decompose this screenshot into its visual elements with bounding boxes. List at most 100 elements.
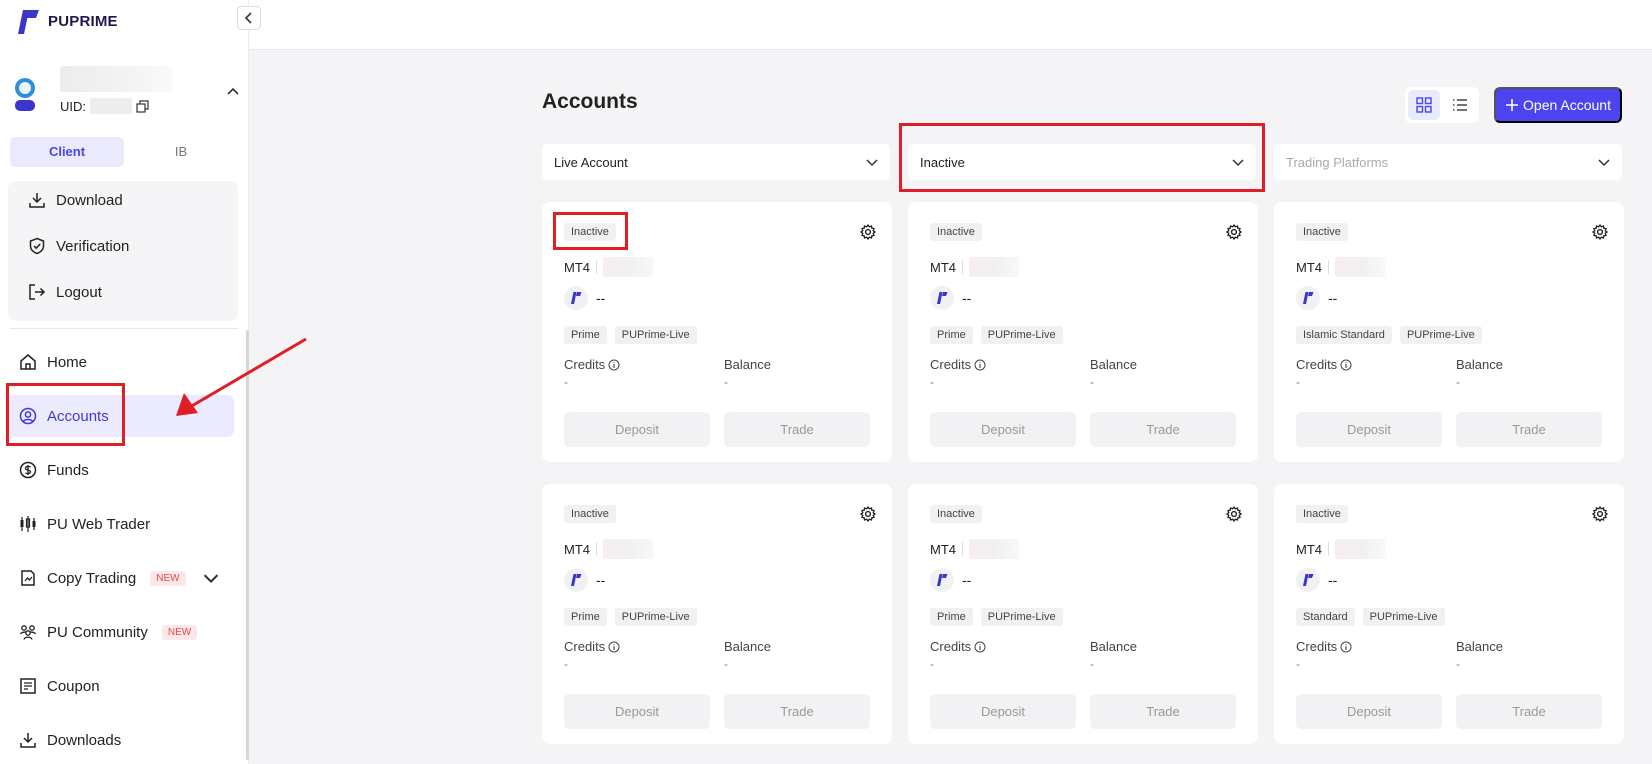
account-type-tag: Prime [564,608,607,626]
deposit-button[interactable]: Deposit [930,694,1076,729]
sidebar-item-pu-community[interactable]: PU Community NEW [8,611,234,653]
info-icon[interactable] [608,641,620,653]
pu-logo-icon [930,286,954,310]
chevron-down-icon [1598,159,1610,167]
status-select[interactable]: Inactive [908,144,1256,180]
deposit-button[interactable]: Deposit [930,412,1076,447]
sidebar-item-copy-trading[interactable]: Copy Trading NEW [8,557,234,599]
uid: UID: [60,98,149,114]
status-badge: Inactive [1296,505,1348,523]
list-view-button[interactable] [1444,90,1476,120]
account-type-tag: Prime [930,326,973,344]
sidebar-item-label: Funds [47,461,89,479]
account-platform: MT4 [564,539,653,559]
trade-button[interactable]: Trade [724,694,870,729]
trade-button[interactable]: Trade [1456,694,1602,729]
chevron-up-icon[interactable] [226,84,240,98]
deposit-button[interactable]: Deposit [1296,694,1442,729]
grid-view-button[interactable] [1408,90,1440,120]
account-card: Inactive MT4 -- Prime PUPrime-Live Credi… [542,202,892,462]
account-platform: MT4 [1296,257,1385,277]
trading-platform-select[interactable]: Trading Platforms [1274,144,1622,180]
menu-item-verification[interactable]: Verification [28,237,129,255]
gear-icon[interactable] [1226,224,1242,240]
account-type-tag: Prime [930,608,973,626]
select-placeholder: Trading Platforms [1286,154,1389,170]
trade-button[interactable]: Trade [1090,694,1236,729]
user-circle-icon [19,407,37,425]
info-icon[interactable] [1340,641,1352,653]
balance-value: - [724,657,728,671]
sidebar-item-coupon[interactable]: Coupon [8,665,234,707]
dollar-circle-icon [19,461,37,479]
collapse-sidebar-button[interactable] [237,6,261,30]
platform-label: MT4 [564,541,590,557]
pu-logo-icon [1296,568,1320,592]
chevron-left-icon [244,12,252,24]
account-platform: MT4 [930,539,1019,559]
gear-icon[interactable] [860,224,876,240]
credits-value: - [564,375,568,389]
sidebar-item-pu-web-trader[interactable]: PU Web Trader [8,503,234,545]
brand-logo[interactable]: PUPRIME [12,6,118,36]
sidebar-item-label: Coupon [47,677,100,695]
credits-value: - [1296,657,1300,671]
info-icon[interactable] [1340,359,1352,371]
tab-ib[interactable]: IB [124,137,238,167]
account-card: Inactive MT4 -- Prime PUPrime-Live Credi… [908,202,1258,462]
account-number-redacted [603,257,653,277]
candlestick-icon [20,516,36,532]
trade-button[interactable]: Trade [1090,412,1236,447]
gear-icon[interactable] [860,506,876,522]
chevron-down-icon[interactable] [202,570,220,588]
copy-icon[interactable] [136,99,149,113]
account-type-tag: Standard [1296,608,1355,626]
menu-item-logout[interactable]: Logout [28,283,102,301]
account-type-tag: Islamic Standard [1296,326,1392,344]
new-badge: NEW [150,570,186,586]
profile-section[interactable]: UID: [10,66,240,122]
chevron-down-icon [866,159,878,167]
gear-icon[interactable] [1226,506,1242,522]
info-icon[interactable] [974,359,986,371]
deposit-button[interactable]: Deposit [564,412,710,447]
pu-value: -- [962,290,972,306]
pu-logo-icon [1296,286,1320,310]
sidebar-item-label: PU Web Trader [47,515,151,533]
divider [962,542,963,556]
credits-label: Credits [564,639,620,654]
menu-item-label: Download [56,191,123,209]
status-badge: Inactive [564,505,616,523]
account-type-select[interactable]: Live Account [542,144,890,180]
info-icon[interactable] [608,359,620,371]
deposit-button[interactable]: Deposit [1296,412,1442,447]
shield-check-icon [29,237,45,255]
trade-button[interactable]: Trade [1456,412,1602,447]
credits-label: Credits [930,357,986,372]
trade-button[interactable]: Trade [724,412,870,447]
account-card: Inactive MT4 -- Islamic Standard PUPrime… [1274,202,1624,462]
new-badge: NEW [161,624,198,640]
server-tag: PUPrime-Live [1362,608,1445,626]
balance-label: Balance [724,639,771,654]
gear-icon[interactable] [1592,506,1608,522]
credits-label-text: Credits [930,639,972,654]
credits-label: Credits [930,639,986,654]
credits-label-text: Credits [564,357,606,372]
open-account-button[interactable]: Open Account [1494,87,1622,123]
account-number-redacted [1335,539,1385,559]
account-type-tag: Prime [564,326,607,344]
sidebar-item-downloads[interactable]: Downloads [8,719,234,761]
gear-icon[interactable] [1592,224,1608,240]
tab-client[interactable]: Client [10,137,124,167]
logout-icon [29,284,46,300]
account-platform: MT4 [564,257,653,277]
sidebar-item-label: Downloads [47,731,122,749]
community-icon [19,625,37,640]
info-icon[interactable] [974,641,986,653]
pu-logo-icon [564,568,588,592]
chevron-down-icon [1232,159,1244,167]
sidebar-item-funds[interactable]: Funds [8,449,234,491]
menu-item-download[interactable]: Download [28,191,123,209]
deposit-button[interactable]: Deposit [564,694,710,729]
